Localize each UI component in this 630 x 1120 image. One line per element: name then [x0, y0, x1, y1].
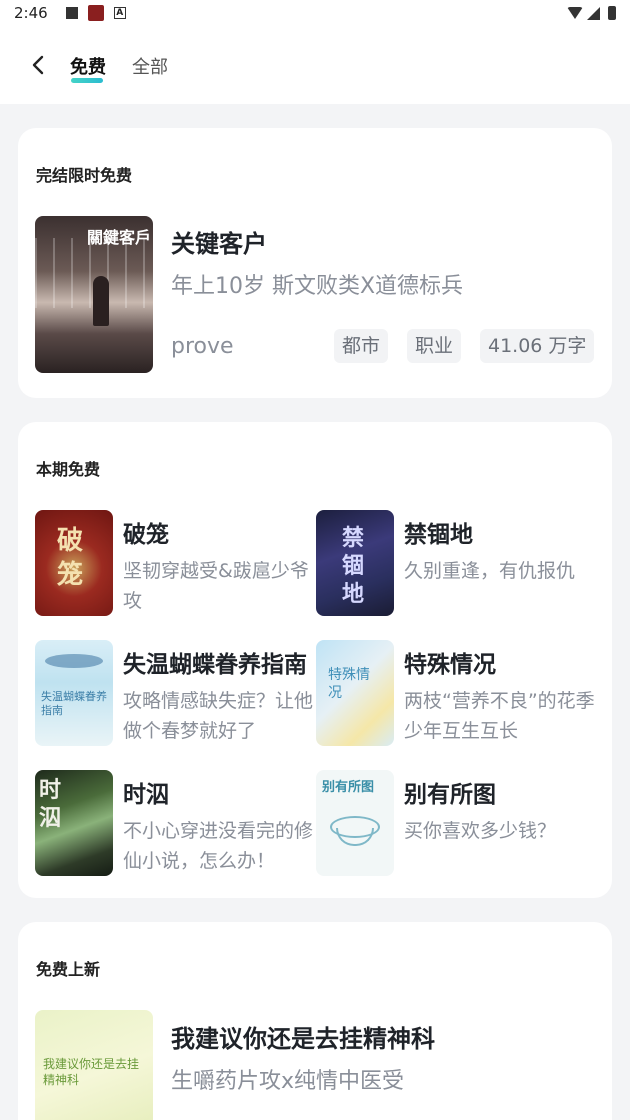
notification-icon [65, 7, 78, 19]
cover-title-art: 别有所图 [322, 780, 375, 795]
app-notification-icon [87, 5, 104, 21]
book-title: 失温蝴蝶眷养指南 [123, 652, 307, 678]
status-time: 2:46 [14, 4, 48, 22]
cover-title-art: 我建议你还是去挂精神科 [43, 1057, 140, 1087]
book-cover: 我建议你还是去挂精神科 [35, 1010, 153, 1120]
cover-title-art: 特殊情况 [328, 667, 370, 701]
book-cover: 时泅 [35, 770, 113, 876]
book-description: 两枝“营养不良”的花季少年互生互长 [404, 690, 595, 742]
book-title: 我建议你还是去挂精神科 [171, 1025, 435, 1053]
tab-free[interactable]: 免费 [70, 53, 106, 79]
signal-icon [587, 6, 600, 20]
book-author: prove [171, 334, 234, 359]
book-item[interactable]: 失温蝴蝶眷养指南 失温蝴蝶眷养指南 攻略情感缺失症？让他做个春梦就好了 [35, 640, 315, 746]
tag-word-count: 41.06 万字 [480, 329, 595, 363]
book-item[interactable]: 特殊情况 特殊情况 两枝“营养不良”的花季少年互生互长 [316, 640, 596, 746]
book-description: 攻略情感缺失症？让他做个春梦就好了 [123, 690, 314, 742]
cover-title-art: 失温蝴蝶眷养指南 [41, 690, 107, 717]
book-item[interactable]: 禁锢地 禁锢地 久别重逢，有仇报仇 [316, 510, 596, 616]
book-cover: 特殊情况 [316, 640, 394, 746]
book-cover: 破笼 [35, 510, 113, 616]
back-arrow-icon[interactable] [28, 54, 50, 76]
book-description: 坚韧穿越受&跋扈少爷攻 [123, 560, 309, 612]
tab-all[interactable]: 全部 [132, 53, 168, 79]
cover-title-art: 破笼 [57, 526, 84, 590]
book-title: 禁锢地 [404, 522, 473, 548]
book-item[interactable]: 我建议你还是去挂精神科 我建议你还是去挂精神科 生嚼药片攻x纯情中医受 [18, 922, 612, 1120]
book-title: 破笼 [123, 522, 169, 548]
book-cover: 别有所图 [316, 770, 394, 876]
book-title: 时泅 [123, 782, 169, 808]
top-nav: 免费 全部 [0, 26, 630, 104]
this-period-free-section: 本期免费 破笼 破笼 坚韧穿越受&跋扈少爷攻 禁锢地 禁锢地 久别重逢，有仇报仇… [18, 422, 612, 898]
completed-free-section: 完结限时免费 關鍵客戶 关键客户 年上10岁 斯文败类X道德标兵 prove 都… [18, 128, 612, 398]
cover-title-art: 禁锢地 [342, 525, 365, 607]
wifi-icon [567, 7, 583, 19]
book-description: 年上10岁 斯文败类X道德标兵 [171, 274, 464, 299]
book-cover: 禁锢地 [316, 510, 394, 616]
book-title: 别有所图 [404, 782, 496, 808]
status-bar: 2:46 A [0, 0, 630, 26]
cover-title-art: 时泅 [39, 777, 62, 831]
battery-icon [608, 6, 616, 20]
tag-genre: 都市 [334, 329, 389, 363]
a-notification-icon: A [113, 7, 126, 19]
book-title: 关键客户 [171, 230, 267, 258]
featured-book[interactable]: 關鍵客戶 关键客户 年上10岁 斯文败类X道德标兵 prove 都市 职业 41… [18, 128, 612, 398]
book-item[interactable]: 破笼 破笼 坚韧穿越受&跋扈少爷攻 [35, 510, 315, 616]
book-cover: 關鍵客戶 [35, 216, 153, 373]
tag-category: 职业 [407, 329, 462, 363]
book-title: 特殊情况 [404, 652, 496, 678]
new-free-section: 免费上新 我建议你还是去挂精神科 我建议你还是去挂精神科 生嚼药片攻x纯情中医受 [18, 922, 612, 1120]
book-cover: 失温蝴蝶眷养指南 [35, 640, 113, 746]
book-item[interactable]: 别有所图 别有所图 买你喜欢多少钱？ [316, 770, 596, 876]
active-tab-indicator [71, 78, 103, 83]
status-indicators [567, 6, 616, 20]
book-description: 生嚼药片攻x纯情中医受 [171, 1069, 405, 1094]
cover-title-art: 關鍵客戶 [87, 228, 152, 247]
book-description: 买你喜欢多少钱？ [404, 820, 557, 842]
book-item[interactable]: 时泅 时泅 不小心穿进没看完的修仙小说，怎么办！ [35, 770, 315, 876]
book-description: 不小心穿进没看完的修仙小说，怎么办！ [123, 820, 314, 872]
section-title: 本期免费 [36, 460, 101, 479]
book-description: 久别重逢，有仇报仇 [404, 560, 576, 582]
